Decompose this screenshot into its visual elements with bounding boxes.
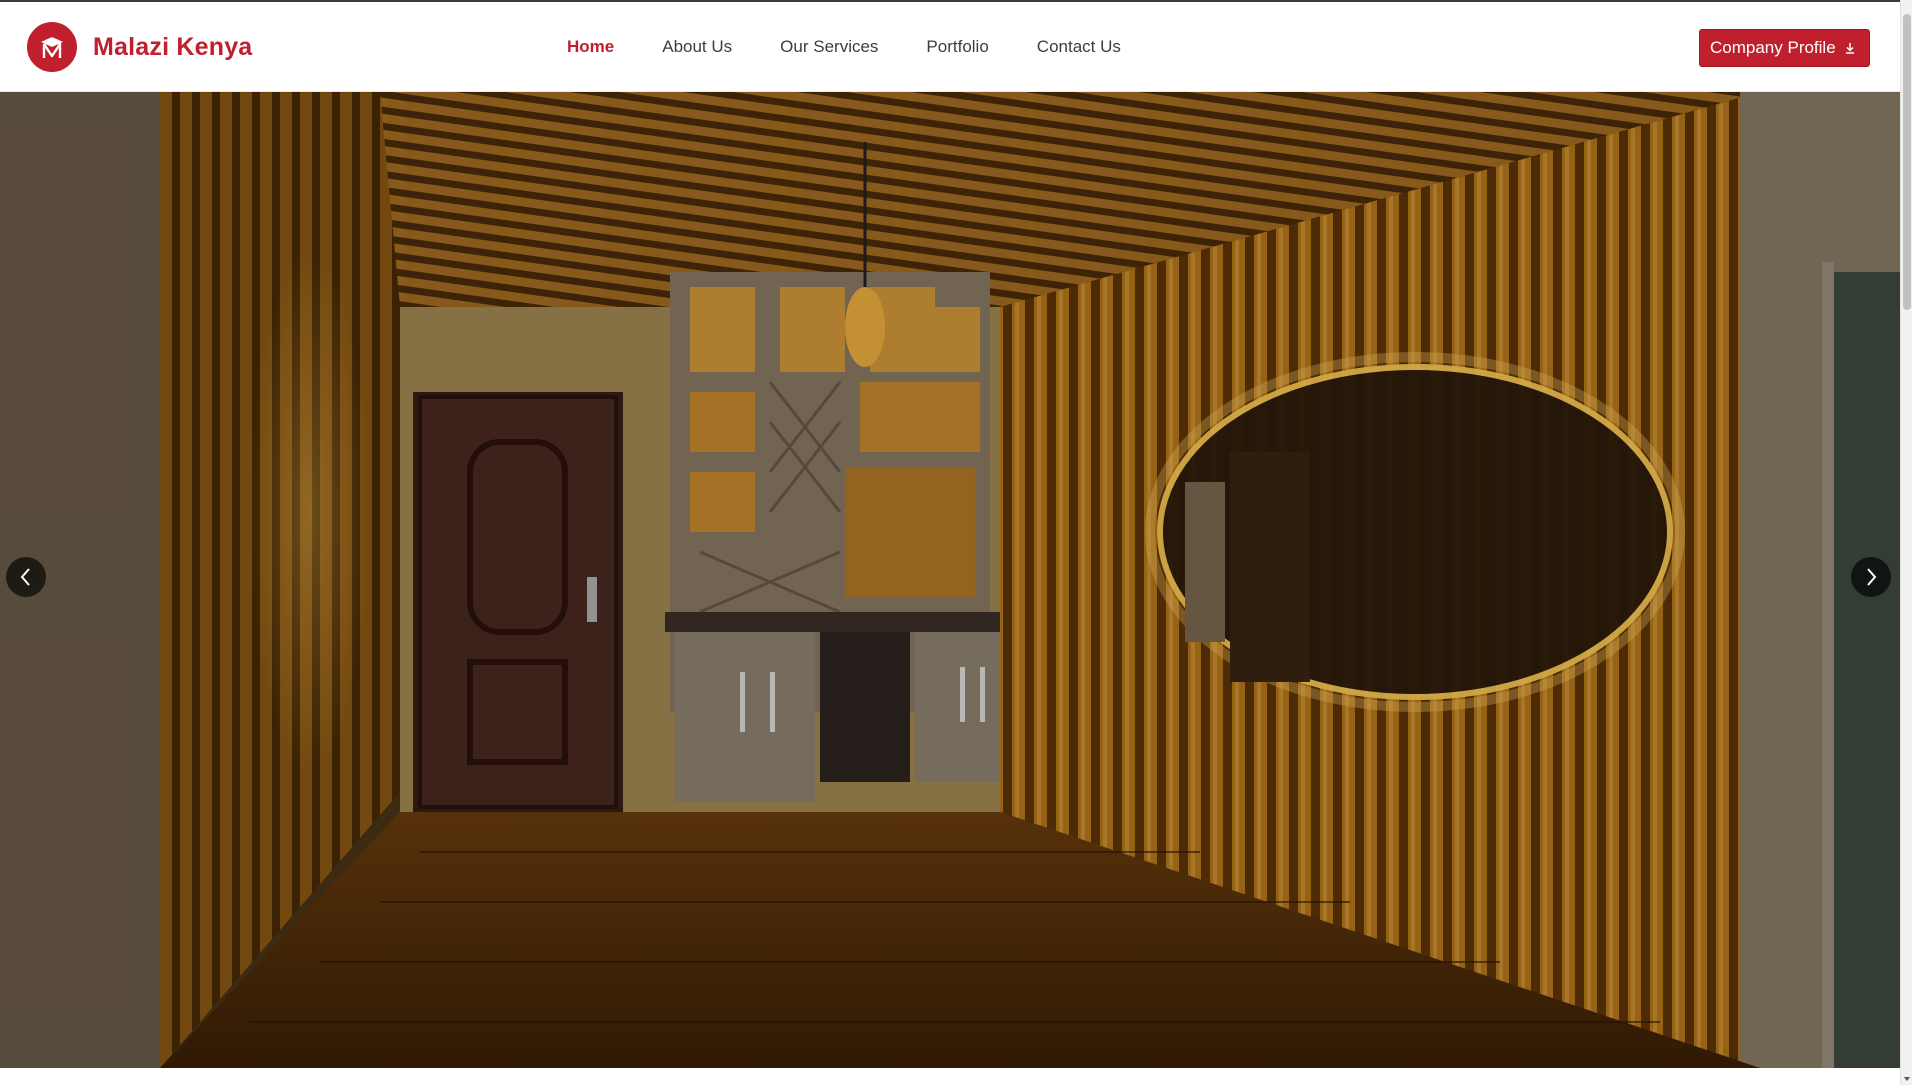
nav-our-services[interactable]: Our Services — [780, 37, 878, 57]
hero-overlay — [0, 92, 1900, 1068]
vertical-scrollbar[interactable] — [1900, 0, 1912, 1085]
nav-portfolio[interactable]: Portfolio — [926, 37, 988, 57]
scrollbar-thumb[interactable] — [1903, 14, 1911, 310]
chevron-right-icon — [1867, 568, 1877, 586]
brand-name: Malazi Kenya — [93, 32, 253, 61]
main-nav: Home About Us Our Services Portfolio Con… — [567, 2, 1169, 92]
chevron-left-icon — [20, 568, 30, 586]
download-icon — [1846, 43, 1854, 54]
page-bottom — [0, 1068, 1900, 1085]
logo-icon — [27, 22, 77, 72]
company-profile-label: Company Profile — [1710, 38, 1836, 57]
company-profile-button[interactable]: Company Profile — [1699, 29, 1870, 67]
nav-about-us[interactable]: About Us — [662, 37, 732, 57]
hero-slider — [0, 92, 1900, 1068]
slider-prev-button[interactable] — [6, 557, 46, 597]
brand[interactable]: Malazi Kenya — [27, 22, 252, 72]
slider-next-button[interactable] — [1851, 557, 1891, 597]
nav-home[interactable]: Home — [567, 37, 614, 57]
scroll-down-icon[interactable] — [1903, 1075, 1911, 1083]
nav-contact-us[interactable]: Contact Us — [1037, 37, 1121, 57]
site-header: Malazi Kenya Home About Us Our Services … — [0, 2, 1900, 92]
